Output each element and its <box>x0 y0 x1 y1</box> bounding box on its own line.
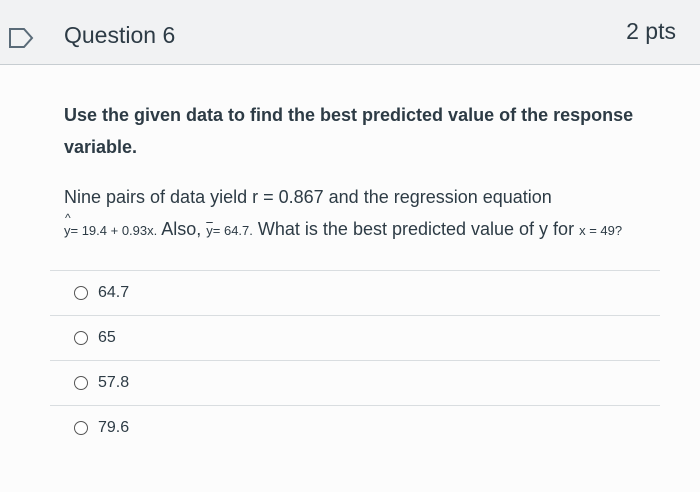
question-points: 2 pts <box>626 18 676 44</box>
flag-icon[interactable] <box>8 27 36 49</box>
answer-label: 57.8 <box>98 374 130 391</box>
also-text: Also, <box>157 219 207 239</box>
answer-label: 79.6 <box>98 419 130 436</box>
x-value: x = 49? <box>579 223 623 238</box>
radio-button[interactable] <box>74 376 88 390</box>
radio-button[interactable] <box>74 331 88 345</box>
radio-button[interactable] <box>74 421 88 435</box>
answer-option[interactable]: 64.7 <box>50 270 660 315</box>
question-stem-line1: Nine pairs of data yield r = 0.867 and t… <box>64 187 552 207</box>
y-bar-value: = 64.7. <box>212 223 253 238</box>
answer-option[interactable]: 65 <box>50 315 660 360</box>
answer-label: 65 <box>98 329 116 346</box>
answer-option[interactable]: 79.6 <box>50 405 660 450</box>
answer-list: 64.7 65 57.8 79.6 <box>50 270 660 450</box>
question-body: Use the given data to find the best pred… <box>0 65 700 492</box>
question-stem-line2: y= 19.4 + 0.93x. Also, y= 64.7. What is … <box>64 211 623 240</box>
answer-option[interactable]: 57.8 <box>50 360 660 405</box>
question-title: Question 6 <box>64 22 176 48</box>
radio-button[interactable] <box>74 286 88 300</box>
answer-label: 64.7 <box>98 284 130 301</box>
question-header: Question 6 2 pts <box>0 0 700 65</box>
question-instruction: Use the given data to find the best pred… <box>64 105 634 157</box>
y-hat-symbol: y <box>64 211 71 238</box>
regression-equation: = 19.4 + 0.93x. <box>70 223 158 238</box>
question-card: Question 6 2 pts Use the given data to f… <box>0 0 700 492</box>
question-text: What is the best predicted value of y fo… <box>257 219 575 239</box>
